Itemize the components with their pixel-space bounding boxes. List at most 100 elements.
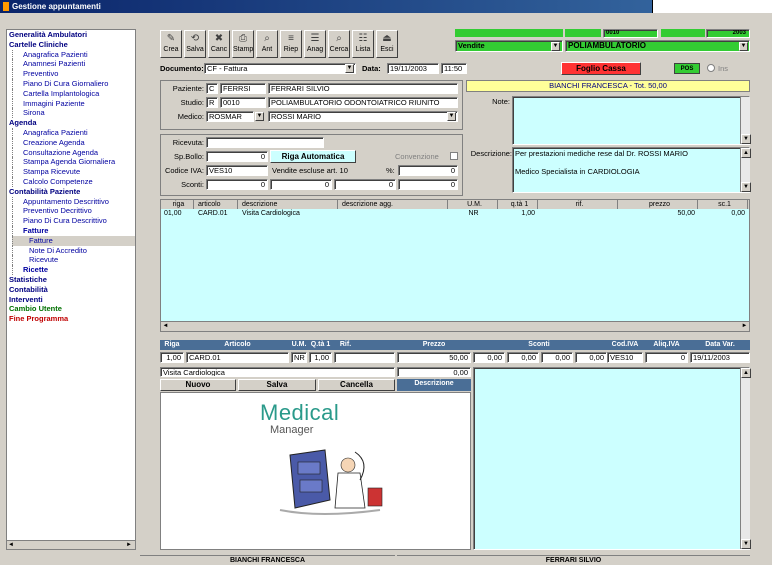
grid-header-cell[interactable]: sc.1 — [700, 200, 748, 209]
canc-button[interactable]: ✖ Canc — [208, 30, 230, 58]
detail-prezzo-field[interactable]: 50,00 — [397, 352, 471, 363]
convenzione-checkbox[interactable] — [450, 152, 458, 160]
detail-qta-field[interactable]: 1,00 — [309, 352, 332, 363]
nuovo-button[interactable]: Nuovo — [160, 379, 236, 391]
grid-header-cell[interactable]: riga — [162, 200, 194, 209]
grid-header-cell[interactable]: descrizione — [240, 200, 338, 209]
studio-name[interactable]: POLIAMBULATORIO ODONTOIATRICO RIUNITO — [268, 97, 458, 108]
nav-item[interactable]: Cambio Utente — [7, 304, 135, 314]
nav-item[interactable]: Anagrafica Pazienti — [12, 49, 135, 60]
medico-name[interactable]: ROSSI MARIO — [268, 111, 458, 122]
sconto-1[interactable]: 0 — [206, 179, 268, 190]
vendite-select[interactable]: Vendite — [455, 40, 563, 52]
grid-header-cell[interactable]: rif. — [540, 200, 618, 209]
cancella-button[interactable]: Cancella — [318, 379, 395, 391]
detail-sc4-field[interactable]: 0,00 — [575, 352, 607, 363]
medico-code[interactable]: ROSMAR — [206, 111, 254, 122]
descrizione-detail-area[interactable] — [473, 367, 750, 550]
esci-button[interactable]: ⏏ Esci — [376, 30, 398, 58]
studio-code[interactable]: R — [206, 97, 218, 108]
sconto-3[interactable]: 0 — [334, 179, 396, 190]
nav-item[interactable]: Fatture — [12, 225, 135, 236]
nav-item[interactable]: Sirona — [12, 108, 135, 119]
nav-item[interactable]: Note Di Accredito — [12, 245, 135, 256]
salva-button[interactable]: ⟲ Salva — [184, 30, 206, 58]
nav-item[interactable]: Anagrafica Pazienti — [12, 127, 135, 138]
detail-aliq-field[interactable]: 0 — [645, 352, 688, 363]
scroll-down-icon[interactable]: ▼ — [741, 182, 751, 192]
nav-item[interactable]: Preventivo Decrittivo — [12, 206, 135, 217]
nav-item[interactable]: Agenda — [7, 118, 135, 128]
nav-item[interactable]: Appuntamento Descrittivo — [12, 196, 135, 207]
nav-item[interactable]: Cartella Implantologica — [12, 88, 135, 99]
nav-item[interactable]: Piano Di Cura Giornaliero — [12, 78, 135, 89]
reparto-select[interactable]: POLIAMBULATORIO — [565, 40, 750, 52]
anag-button[interactable]: ☰ Anag — [304, 30, 326, 58]
salva-button[interactable]: Salva — [238, 379, 316, 391]
paziente-surname[interactable]: FERRSI — [220, 83, 266, 94]
detail-rif-field[interactable] — [334, 352, 395, 363]
nav-item[interactable]: Creazione Agenda — [12, 137, 135, 148]
descrizione-scrollbar[interactable]: ▲ ▼ — [740, 148, 751, 192]
chevron-down-icon[interactable]: ▼ — [739, 42, 748, 51]
grid-hscrollbar[interactable]: ◄ ► — [161, 321, 749, 331]
nav-item[interactable]: Ricevute — [12, 255, 135, 266]
grid-header-cell[interactable]: prezzo — [620, 200, 698, 209]
detail-sc3-field[interactable]: 0,00 — [541, 352, 573, 363]
iva-code[interactable]: VES10 — [206, 165, 268, 176]
paziente-code[interactable]: C — [206, 83, 218, 94]
lines-grid[interactable] — [160, 199, 750, 332]
grid-header-cell[interactable]: U.M. — [450, 200, 498, 209]
crea-button[interactable]: ✎ Crea — [160, 30, 182, 58]
stamp-button[interactable]: ⎙ Stamp — [232, 30, 254, 58]
paziente-name[interactable]: FERRARI SILVIO — [268, 83, 458, 94]
nav-item[interactable]: Stampa Ricevute — [12, 167, 135, 177]
detail-zero[interactable]: 0,00 — [397, 367, 471, 377]
nav-item[interactable]: Cartelle Cliniche — [7, 40, 135, 50]
detail-sc1-field[interactable]: 0,00 — [473, 352, 505, 363]
nav-item[interactable]: Preventivo — [12, 69, 135, 79]
scroll-right-icon[interactable]: ► — [740, 322, 749, 331]
ricevuta-field[interactable] — [206, 137, 324, 148]
nav-item[interactable]: Anamnesi Pazienti — [12, 59, 135, 70]
sconto-4[interactable]: 0 — [398, 179, 458, 190]
scroll-up-icon[interactable]: ▲ — [741, 148, 751, 158]
time-field[interactable]: 11:50 — [441, 63, 467, 74]
grid-header-cell[interactable]: articolo — [196, 200, 238, 209]
detail-sc2-field[interactable]: 0,00 — [507, 352, 539, 363]
scroll-left-icon[interactable]: ◄ — [8, 541, 16, 549]
ins-radio[interactable] — [707, 64, 715, 72]
documento-select[interactable]: CF - Fattura — [204, 63, 356, 74]
nav-item[interactable]: Fatture — [12, 235, 135, 246]
scroll-left-icon[interactable]: ◄ — [161, 322, 170, 331]
detail-articolo-field[interactable]: CARD.01 — [186, 352, 289, 363]
detail-um-field[interactable]: NR — [291, 352, 307, 363]
nav-item[interactable]: Contabilità — [7, 285, 135, 295]
chevron-down-icon[interactable]: ▼ — [345, 64, 354, 73]
nav-scrollbar[interactable]: ◄ ► — [6, 540, 136, 550]
studio-num[interactable]: 0010 — [220, 97, 266, 108]
nav-item[interactable]: Immagini Paziente — [12, 98, 135, 109]
nav-item[interactable]: Interventi — [7, 295, 135, 305]
scroll-right-icon[interactable]: ► — [126, 541, 134, 549]
scroll-down-icon[interactable]: ▼ — [741, 539, 751, 549]
nav-item[interactable]: Contabilità Paziente — [7, 187, 135, 197]
riep-button[interactable]: ≡ Riep — [280, 30, 302, 58]
nav-item[interactable]: Statistiche — [7, 275, 135, 285]
note-textarea[interactable] — [512, 96, 750, 145]
nav-item[interactable]: Piano Di Cura Descrittivo — [12, 216, 135, 226]
sconto-2[interactable]: 0 — [270, 179, 332, 190]
note-scrollbar[interactable]: ▼ — [740, 97, 751, 144]
detail-datavar-field[interactable]: 19/11/2003 — [690, 352, 750, 363]
nav-item[interactable]: Stampa Agenda Giornaliera — [12, 157, 135, 168]
iva-pct[interactable]: 0 — [398, 165, 458, 176]
nav-item[interactable]: Ricette — [12, 265, 135, 275]
chevron-down-icon[interactable]: ▼ — [255, 112, 264, 121]
descrizione-textarea[interactable]: Per prestazioni mediche rese dal Dr. ROS… — [512, 147, 750, 193]
detail-descrizione[interactable]: Visita Cardiologica — [160, 367, 395, 377]
nav-item[interactable]: Calcolo Competenze — [12, 176, 135, 187]
chevron-down-icon[interactable]: ▼ — [551, 42, 560, 51]
chevron-down-icon[interactable]: ▼ — [447, 112, 456, 121]
foglio-cassa-button[interactable]: Foglio Cassa — [561, 62, 641, 75]
detail-scrollbar[interactable]: ▲ ▼ — [740, 368, 751, 549]
